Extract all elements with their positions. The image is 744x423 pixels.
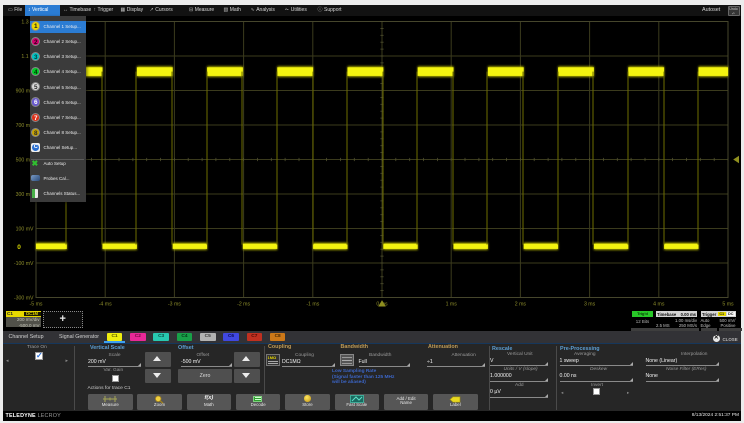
svg-text:-4 ms: -4 ms [99, 301, 112, 307]
svg-text:100 mV: 100 mV [16, 226, 34, 232]
svg-text:-2 ms: -2 ms [237, 301, 250, 307]
svg-text:-1 ms: -1 ms [306, 301, 319, 307]
svg-text:-300 mV: -300 mV [14, 295, 34, 301]
svg-text:-5 ms: -5 ms [30, 301, 43, 307]
svg-text:-3 ms: -3 ms [168, 301, 181, 307]
svg-text:4 ms: 4 ms [653, 301, 665, 307]
svg-text:-100 mV: -100 mV [14, 260, 34, 266]
svg-text:5 ms: 5 ms [722, 301, 734, 307]
svg-text:2 ms: 2 ms [515, 301, 527, 307]
svg-text:0: 0 [17, 243, 21, 250]
svg-text:1 ms: 1 ms [446, 301, 458, 307]
svg-text:3 ms: 3 ms [584, 301, 596, 307]
